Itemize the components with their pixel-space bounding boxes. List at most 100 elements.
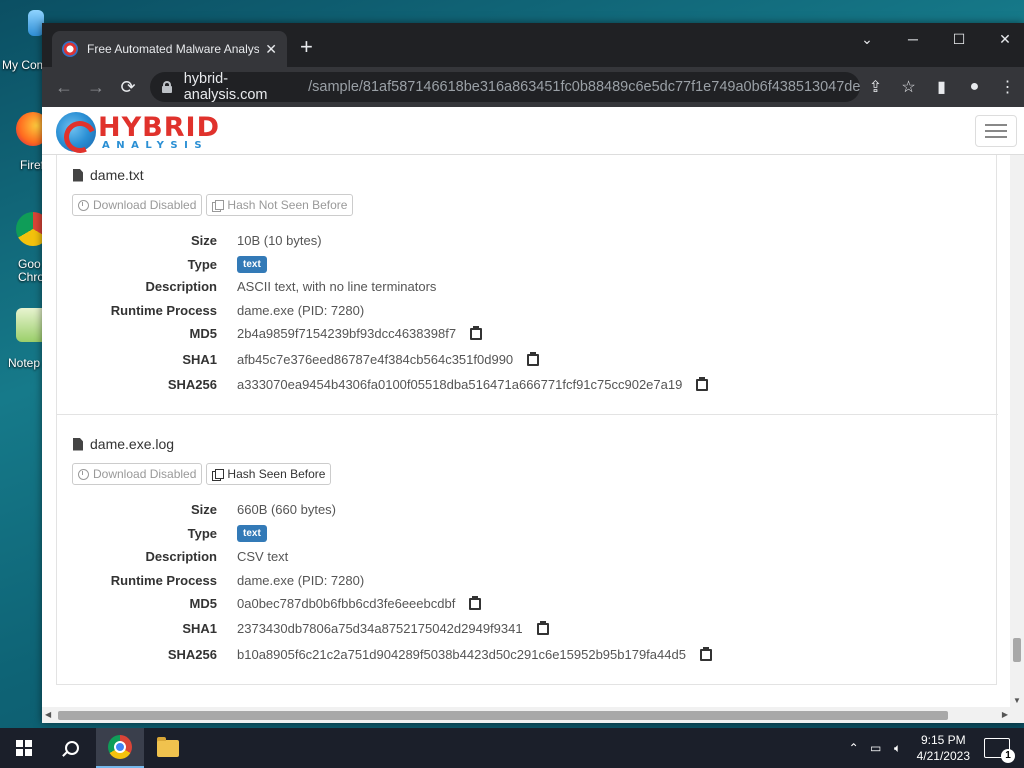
address-bar[interactable]: hybrid-analysis.com/sample/81af587146618… (150, 71, 860, 103)
sha256-label: SHA256 (167, 376, 217, 392)
reload-icon[interactable]: ⟳ (112, 77, 144, 98)
type-row: Type text (57, 253, 957, 275)
taskbar: ⌃ ▭ 🔈︎ 9:15 PM 4/21/2023 1 (0, 728, 1024, 768)
tab-search-dropdown-icon[interactable]: ⌄ (844, 23, 890, 55)
start-button[interactable] (0, 728, 48, 768)
hash-status-button[interactable]: Hash Not Seen Before (206, 194, 354, 216)
sha256-label: SHA256 (167, 646, 217, 662)
download-icon (78, 468, 89, 480)
hash-button-label: Hash Seen Before (227, 467, 326, 481)
vertical-scrollbar[interactable]: ▼ (1010, 155, 1024, 707)
logo-sub-text: ANALYSIS (102, 139, 209, 151)
divider (57, 414, 998, 415)
clipboard-icon[interactable] (536, 621, 549, 635)
menu-kebab-icon[interactable]: ⋮ (991, 77, 1024, 97)
type-row: Type text (57, 522, 957, 544)
md5-label: MD5 (189, 325, 217, 341)
copy-icon (212, 199, 225, 212)
sha1-value: afb45c7e376eed86787e4f384cb564c351f0d990 (237, 351, 514, 367)
hash-button-label: Hash Not Seen Before (227, 198, 348, 212)
desktop-icon-label: My Com (2, 58, 47, 72)
desktop-icon-firefox[interactable]: Firef (0, 112, 50, 172)
clock-time: 9:15 PM (920, 733, 966, 747)
tab-close-icon[interactable]: ✕ (265, 41, 277, 58)
download-icon (78, 199, 89, 211)
profile-icon[interactable]: ● (958, 78, 991, 96)
description-value: ASCII text, with no line terminators (237, 278, 437, 294)
scroll-right-arrow-icon[interactable]: ▶ (1002, 710, 1008, 719)
clipboard-icon[interactable] (696, 377, 709, 391)
type-label: Type (187, 525, 217, 541)
lock-icon[interactable] (162, 81, 172, 93)
volume-icon[interactable]: 🔈︎ (887, 741, 909, 756)
runtime-process-row: Runtime Process dame.exe (PID: 7280) (57, 299, 957, 321)
clipboard-icon[interactable] (469, 596, 482, 610)
minimize-button[interactable]: ─ (890, 23, 936, 55)
sha256-row: SHA256 a333070ea9454b4306fa0100f05518dba5… (57, 373, 957, 395)
url-host: hybrid-analysis.com (183, 71, 268, 103)
file-entry: dame.txt Download Disabled Hash Not Seen… (57, 155, 998, 414)
windows-logo-icon (16, 740, 32, 756)
size-label: Size (190, 232, 217, 248)
horizontal-scrollbar[interactable]: ◀ ▶ (42, 707, 1024, 723)
runtime-process-row: Runtime Process dame.exe (PID: 7280) (57, 569, 957, 591)
new-tab-button[interactable]: + (300, 36, 313, 58)
size-row: Size 10B (10 bytes) (57, 229, 957, 251)
system-tray: ⌃ ▭ 🔈︎ 9:15 PM 4/21/2023 1 (843, 728, 1024, 768)
forward-arrow-icon[interactable]: → (80, 77, 112, 98)
file-title: dame.txt (73, 167, 144, 183)
download-disabled-button[interactable]: Download Disabled (72, 463, 203, 485)
hamburger-menu-button[interactable] (975, 115, 1017, 147)
desktop-icon-my-computer[interactable]: My Com (0, 10, 47, 72)
vertical-scroll-thumb[interactable] (1013, 638, 1021, 662)
back-arrow-icon[interactable]: ← (48, 77, 80, 98)
notification-center-icon[interactable]: 1 (984, 738, 1015, 763)
dropped-files-panel: dame.txt Download Disabled Hash Not Seen… (56, 155, 998, 685)
bookmark-star-icon[interactable]: ☆ (892, 77, 925, 97)
file-icon (73, 437, 83, 451)
browser-toolbar: ← → ⟳ hybrid-analysis.com/sample/81af587… (42, 67, 1024, 107)
size-value: 10B (10 bytes) (237, 232, 322, 248)
scroll-down-arrow-icon[interactable]: ▼ (1013, 696, 1021, 705)
runtime-process-value: dame.exe (PID: 7280) (237, 302, 365, 318)
size-label: Size (190, 501, 217, 517)
download-button-label: Download Disabled (93, 198, 197, 212)
taskbar-search-button[interactable] (48, 728, 96, 768)
close-window-button[interactable]: ✕ (982, 23, 1024, 55)
description-value: CSV text (237, 548, 289, 564)
desktop-icon-label: Goo Chro (18, 257, 45, 284)
clipboard-icon[interactable] (527, 352, 540, 366)
type-badge: text (237, 255, 267, 273)
chrome-icon (108, 735, 132, 759)
clipboard-icon[interactable] (470, 326, 483, 340)
download-button-label: Download Disabled (93, 467, 197, 481)
network-icon[interactable]: ▭ (865, 741, 887, 755)
description-row: Description ASCII text, with no line term… (57, 275, 957, 297)
taskbar-file-explorer-button[interactable] (144, 728, 192, 768)
clock[interactable]: 9:15 PM 4/21/2023 (917, 732, 970, 764)
logo-globe-icon (56, 112, 96, 152)
show-hidden-icons-chevron-icon[interactable]: ⌃ (843, 741, 865, 755)
sha256-value: b10a8905f6c21c2a751d904289f5038b4423d50c… (237, 646, 686, 662)
clipboard-icon[interactable] (699, 647, 712, 661)
browser-tab[interactable]: Free Automated Malware Analysi ✕ (52, 31, 287, 67)
side-panel-icon[interactable]: ▮ (925, 77, 958, 97)
url-path: /sample/81af587146618be316a863451fc0b884… (308, 79, 860, 95)
description-row: Description CSV text (57, 545, 957, 567)
download-disabled-button[interactable]: Download Disabled (72, 194, 203, 216)
scroll-left-arrow-icon[interactable]: ◀ (45, 710, 51, 719)
share-icon[interactable]: ⇪ (859, 77, 892, 97)
hybrid-analysis-logo[interactable]: HYBRID ANALYSIS (56, 112, 220, 152)
description-label: Description (145, 548, 217, 564)
file-name: dame.txt (90, 167, 144, 183)
desktop-icon-chrome[interactable]: Goo Chro (0, 212, 50, 284)
desktop-icon-notepad[interactable]: Notep (0, 308, 50, 370)
runtime-process-label: Runtime Process (110, 302, 217, 318)
hash-status-button[interactable]: Hash Seen Before (206, 463, 332, 485)
horizontal-scroll-thumb[interactable] (58, 711, 948, 720)
restore-button[interactable]: ☐ (936, 23, 982, 55)
taskbar-chrome-button[interactable] (96, 728, 144, 768)
desktop-icon-label: Notep (8, 356, 41, 370)
size-value: 660B (660 bytes) (237, 501, 337, 517)
file-icon (73, 168, 83, 182)
